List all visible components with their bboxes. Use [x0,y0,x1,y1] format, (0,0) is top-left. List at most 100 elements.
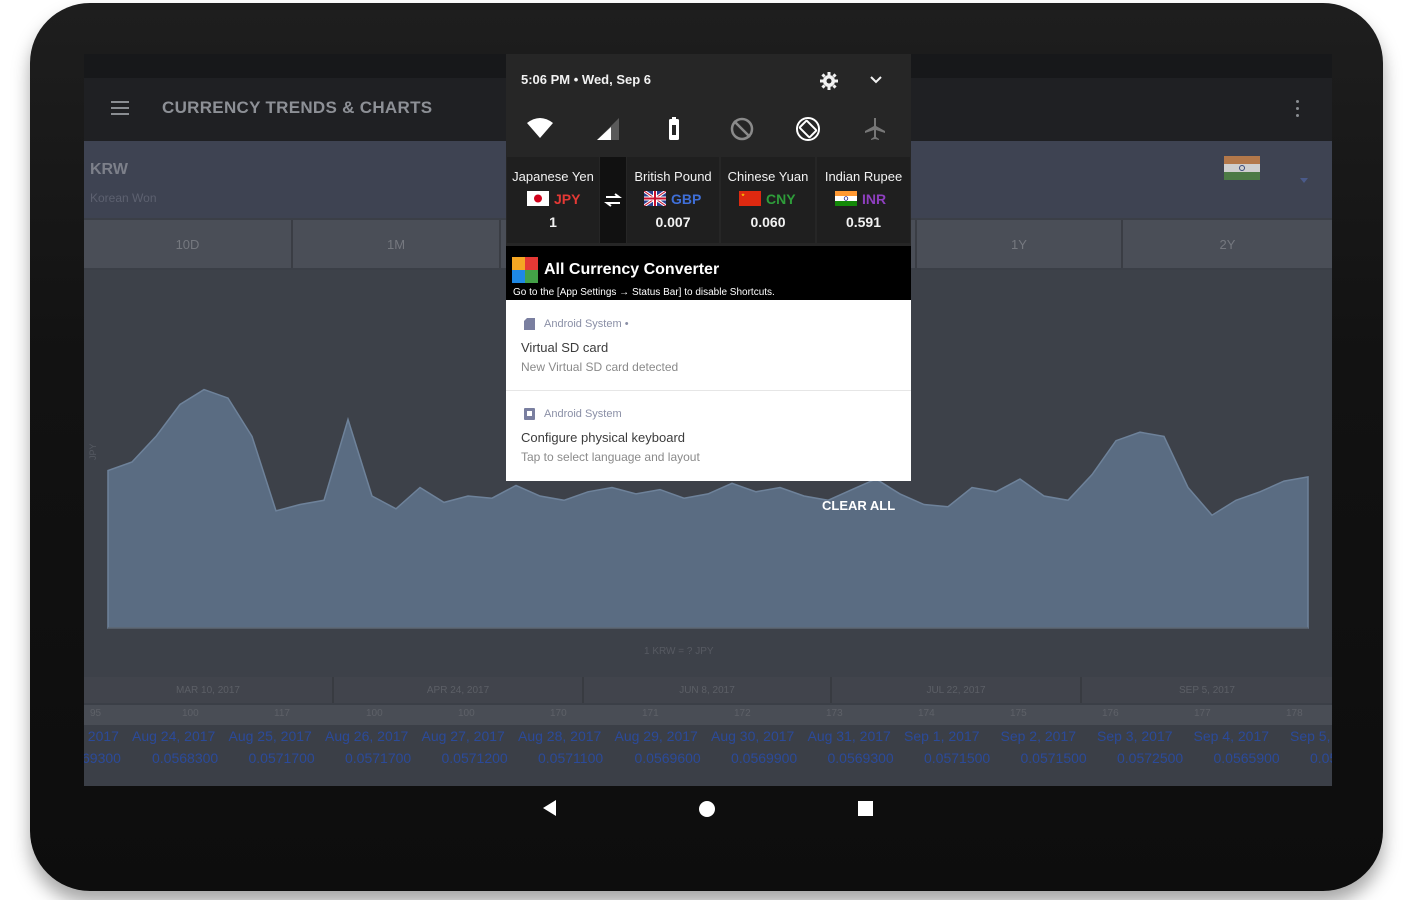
converter-cell-inr[interactable]: Indian Rupee INR 0.591 [817,157,910,243]
date-strip-cell[interactable]: JUL 22, 2017 [832,677,1082,703]
index-strip-label: 100 [182,708,199,719]
notification-app-name: Android System • [544,318,629,330]
tab-10d[interactable]: 10D [84,220,293,268]
nav-back-icon[interactable] [543,800,556,816]
currency-value: 0.007 [655,214,691,230]
auto-rotate-icon[interactable] [793,114,823,144]
india-flag-icon [835,191,857,206]
overflow-menu-icon[interactable] [1296,100,1300,118]
currency-code: INR [862,191,887,207]
history-dates-row: , 2017 Aug 24, 2017 Aug 25, 2017 Aug 26, 20… [84,728,1332,750]
index-strip-label: 95 [90,708,102,719]
history-date: Aug 25, 2017 [228,728,312,744]
index-strip-label: 173 [826,708,843,719]
currency-value: 1 [549,214,557,230]
signal-icon[interactable] [593,114,623,144]
index-strip-label: 100 [366,708,383,719]
index-strip: 95 100 117 100 100 170 171 172 173 174 175 176 177 17… [84,705,1332,725]
history-date: Aug 30, 2017 [711,728,795,744]
currency-name: Chinese Yuan [727,169,809,184]
converter-cell-gbp[interactable]: British Pound GBP 0.007 [627,157,719,243]
history-value: 0.0568300 [152,750,219,766]
swap-currencies-button[interactable] [600,157,626,243]
keyboard-settings-icon [524,408,535,420]
notification-title: Configure physical keyboard [521,430,686,445]
notification-title: Virtual SD card [521,340,609,355]
history-date: Sep 1, 2017 [904,728,980,744]
notification-text: Tap to select language and layout [521,450,700,464]
history-values-row: 69300 0.0568300 0.0571700 0.0571700 0.057120… [84,750,1332,772]
clear-all-button[interactable]: CLEAR ALL [822,498,895,513]
nav-recents-icon[interactable] [858,801,873,816]
china-flag-icon [739,191,761,206]
india-flag-icon[interactable] [1224,156,1260,180]
app-notification-subtitle: Go to the [App Settings → Status Bar] to… [513,287,775,298]
currency-code: GBP [671,191,702,207]
index-strip-label: 175 [1010,708,1027,719]
index-strip-label: 170 [550,708,567,719]
tab-1y[interactable]: 1Y [917,220,1123,268]
app-logo-icon [512,257,538,283]
airplane-icon[interactable] [860,114,890,144]
history-date: , 2017 [84,728,119,744]
converter-cell-cny[interactable]: Chinese Yuan CNY 0.060 [721,157,815,243]
app-title: CURRENCY TRENDS & CHARTS [162,98,433,117]
history-value: 0.0571100 [538,750,604,766]
date-strip-cell[interactable]: APR 24, 2017 [334,677,584,703]
chevron-down-icon[interactable] [868,73,884,87]
nav-home-icon[interactable] [699,801,715,817]
index-strip-label: 171 [642,708,659,719]
history-date: Aug 26, 2017 [325,728,409,744]
currency-code: KRW [90,161,128,178]
history-value: 69300 [84,750,121,766]
uk-flag-icon [644,191,666,206]
history-value: 0.0571700 [248,750,315,766]
notification-card[interactable]: Android System Configure physical keyboa… [506,391,911,481]
index-strip-label: 172 [734,708,751,719]
index-strip-label: 117 [274,708,290,719]
currency-name: Korean Won [90,191,157,205]
history-value: 0.0572500 [1117,750,1184,766]
tab-1m[interactable]: 1M [293,220,501,268]
history-value: 0.0571200 [441,750,508,766]
history-date: Sep 3, 2017 [1097,728,1173,744]
converter-shortcuts: Japanese Yen JPY 1 British Pound GBP 0.0… [507,157,910,243]
history-value: 0.0566700 [1310,750,1332,766]
history-value: 0.0569300 [827,750,894,766]
history-date: Aug 27, 2017 [421,728,505,744]
index-strip-label: 178 [1286,708,1303,719]
notification-app-name: Android System [544,408,622,420]
index-strip-label: 177 [1194,708,1211,719]
date-strip-cell[interactable]: SEP 5, 2017 [1082,677,1332,703]
battery-icon[interactable] [659,114,689,144]
index-strip-label: 100 [458,708,475,719]
history-value: 0.0565900 [1213,750,1280,766]
currency-name: British Pound [634,169,712,184]
do-not-disturb-icon[interactable] [727,114,757,144]
gear-icon[interactable] [819,71,839,91]
history-date: Aug 29, 2017 [614,728,698,744]
index-strip-label: 174 [918,708,935,719]
history-value: 0.0571500 [1020,750,1087,766]
tab-2y[interactable]: 2Y [1123,220,1332,268]
currency-dropdown-arrow-icon[interactable] [1300,178,1308,183]
notification-text: New Virtual SD card detected [521,360,679,374]
wifi-icon[interactable] [525,114,555,144]
currency-value: 0.060 [750,214,786,230]
history-date: Sep 4, 2017 [1193,728,1270,744]
history-date: Aug 31, 2017 [807,728,891,744]
history-value: 0.0571700 [345,750,412,766]
date-strip-cell[interactable]: JUN 8, 2017 [584,677,832,703]
currency-name: Japanese Yen [512,169,594,184]
chart-x-axis-label: 1 KRW = ? JPY [644,646,714,657]
history-date: Sep 2, 2017 [1000,728,1077,744]
notification-card[interactable]: Android System • Virtual SD card New Vir… [506,300,911,390]
history-date: Aug 28, 2017 [518,728,602,744]
currency-value: 0.591 [845,214,882,230]
converter-cell-jpy[interactable]: Japanese Yen JPY 1 [507,157,599,243]
history-date: Aug 24, 2017 [132,728,216,744]
history-value: 0.0571500 [924,750,991,766]
hamburger-menu-icon[interactable] [111,101,129,115]
date-strip-cell[interactable]: MAR 10, 2017 [84,677,334,703]
currency-code: JPY [554,191,581,207]
